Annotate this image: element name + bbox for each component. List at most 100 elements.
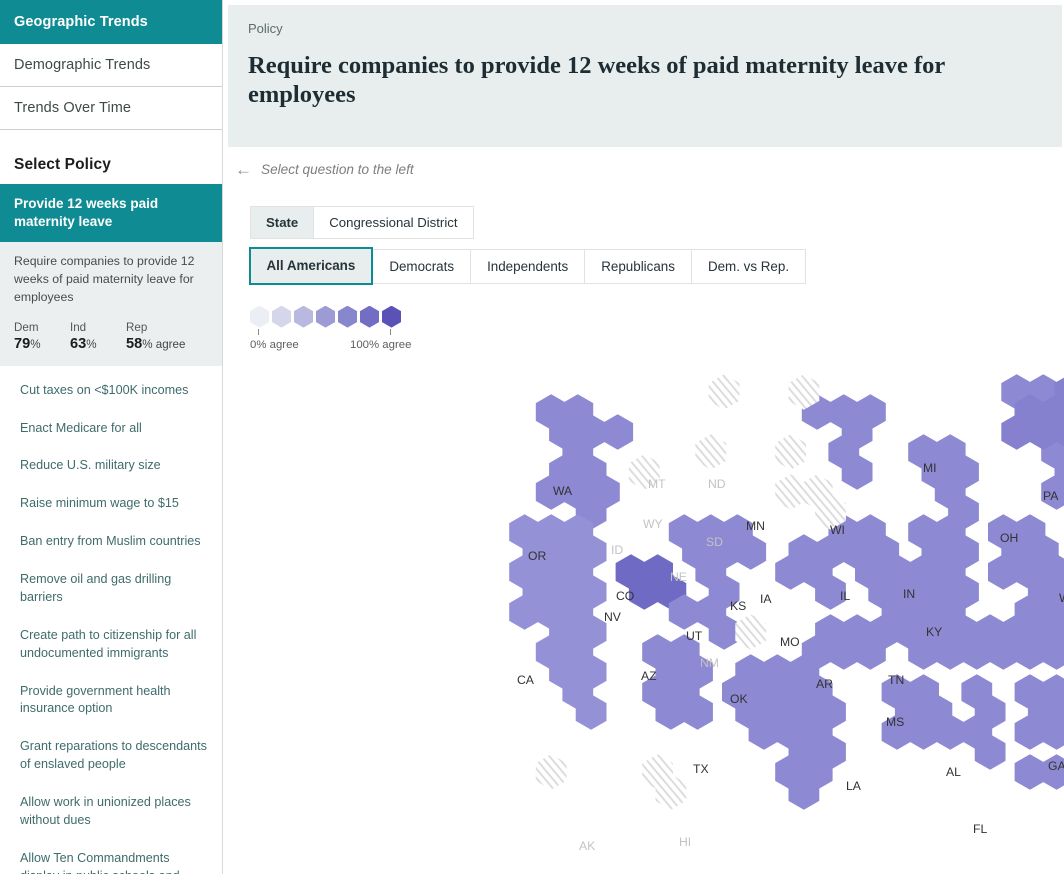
policy-item[interactable]: Grant reparations to descendants of ensl… bbox=[0, 728, 222, 784]
state-label-id: ID bbox=[611, 543, 623, 557]
hex-cartogram-map[interactable]: WAORCANVIDMTWYUTAZNMCONDSDNEKSOKTXMNIAMO… bbox=[223, 318, 1043, 874]
state-label-oh: OH bbox=[1000, 531, 1018, 545]
policy-item[interactable]: Reduce U.S. military size bbox=[0, 447, 222, 485]
state-label-fl: FL bbox=[973, 822, 987, 836]
header-kicker: Policy bbox=[248, 21, 1042, 36]
state-label-ok: OK bbox=[730, 692, 748, 706]
hex-tile[interactable] bbox=[735, 614, 766, 650]
stat-ind: Ind 63% bbox=[70, 320, 126, 352]
main-panel: Policy Require companies to provide 12 w… bbox=[223, 0, 1064, 874]
state-label-mi: MI bbox=[923, 461, 937, 475]
hex-tiles-layer[interactable] bbox=[509, 318, 1064, 870]
state-label-wi: WI bbox=[830, 523, 845, 537]
group-tabrow: All Americans Democrats Independents Rep… bbox=[250, 249, 1064, 284]
state-label-ms: MS bbox=[886, 715, 904, 729]
state-label-wa: WA bbox=[553, 484, 573, 498]
state-label-wv: WV bbox=[1059, 591, 1064, 605]
state-nm[interactable] bbox=[735, 614, 766, 650]
tab-republicans[interactable]: Republicans bbox=[585, 249, 692, 284]
state-label-ut: UT bbox=[686, 629, 703, 643]
state-mn[interactable] bbox=[802, 394, 886, 490]
state-label-az: AZ bbox=[641, 669, 657, 683]
state-label-ga: GA bbox=[1048, 759, 1064, 773]
sidebar-item-geographic-trends[interactable]: Geographic Trends bbox=[0, 0, 222, 44]
selected-policy-stats: Dem 79% Ind 63% Rep 58% agree bbox=[14, 320, 208, 352]
state-label-sd: SD bbox=[706, 535, 723, 549]
state-mt[interactable] bbox=[709, 374, 740, 410]
policy-item[interactable]: Create path to citizenship for all undoc… bbox=[0, 617, 222, 673]
state-ca[interactable] bbox=[509, 514, 606, 730]
state-label-tn: TN bbox=[888, 673, 904, 687]
policy-item[interactable]: Allow work in unionized places without d… bbox=[0, 784, 222, 840]
back-hint-text: Select question to the left bbox=[261, 162, 414, 177]
sidebar-nav-tabs: Geographic Trends Demographic Trends Tre… bbox=[0, 0, 222, 130]
policy-item[interactable]: Cut taxes on <$100K incomes bbox=[0, 372, 222, 410]
state-label-ks: KS bbox=[730, 599, 746, 613]
state-label-ca: CA bbox=[517, 673, 535, 687]
state-label-tx: TX bbox=[693, 762, 709, 776]
tab-state[interactable]: State bbox=[250, 206, 314, 239]
policy-header-band: Policy Require companies to provide 12 w… bbox=[228, 5, 1062, 147]
state-label-mo: MO bbox=[780, 635, 800, 649]
state-label-nd: ND bbox=[708, 477, 726, 491]
sidebar-item-demographic-trends[interactable]: Demographic Trends bbox=[0, 44, 222, 87]
stat-dem-value: 79% bbox=[14, 336, 70, 352]
state-sd[interactable] bbox=[775, 434, 806, 470]
stat-dem: Dem 79% bbox=[14, 320, 70, 352]
selected-policy-card[interactable]: Provide 12 weeks paid maternity leave Re… bbox=[0, 184, 222, 366]
selected-policy-title: Provide 12 weeks paid maternity leave bbox=[0, 184, 222, 242]
state-ms[interactable] bbox=[935, 674, 1006, 770]
tab-congressional-district[interactable]: Congressional District bbox=[314, 206, 473, 239]
state-label-pa: PA bbox=[1043, 489, 1059, 503]
state-label-mn: MN bbox=[746, 519, 765, 533]
state-hi[interactable] bbox=[642, 754, 686, 810]
policy-item[interactable]: Remove oil and gas drilling barriers bbox=[0, 561, 222, 617]
policy-item[interactable]: Ban entry from Muslim countries bbox=[0, 523, 222, 561]
state-tn[interactable] bbox=[961, 614, 1064, 670]
state-label-wy: WY bbox=[643, 517, 663, 531]
hex-tile[interactable] bbox=[775, 474, 806, 510]
hex-tile[interactable] bbox=[695, 434, 726, 470]
back-hint-row: ← Select question to the left bbox=[223, 147, 1064, 178]
hex-tile[interactable] bbox=[602, 414, 633, 450]
state-label-mt: MT bbox=[648, 477, 666, 491]
state-label-ar: AR bbox=[816, 677, 833, 691]
tab-democrats[interactable]: Democrats bbox=[373, 249, 471, 284]
state-wy[interactable] bbox=[695, 434, 726, 470]
policy-item[interactable]: Provide government health insurance opti… bbox=[0, 673, 222, 729]
policy-item[interactable]: Raise minimum wage to $15 bbox=[0, 485, 222, 523]
state-label-ak: AK bbox=[579, 839, 595, 853]
tabs-region: State Congressional District All America… bbox=[223, 178, 1064, 284]
state-ak[interactable] bbox=[536, 754, 567, 790]
state-label-nm: NM bbox=[700, 656, 719, 670]
tab-all-americans[interactable]: All Americans bbox=[249, 247, 374, 285]
state-ne[interactable] bbox=[775, 474, 846, 530]
hex-map-svg[interactable]: WAORCANVIDMTWYUTAZNMCONDSDNEKSOKTXMNIAMO… bbox=[478, 318, 1064, 874]
selected-policy-description: Require companies to provide 12 weeks of… bbox=[14, 253, 208, 306]
tab-independents[interactable]: Independents bbox=[471, 249, 585, 284]
stat-rep-value: 58% agree bbox=[126, 336, 185, 352]
policy-item[interactable]: Enact Medicare for all bbox=[0, 410, 222, 448]
state-label-in: IN bbox=[903, 587, 915, 601]
stat-ind-value: 63% bbox=[70, 336, 126, 352]
state-ks[interactable] bbox=[775, 534, 846, 610]
stat-dem-label: Dem bbox=[14, 320, 70, 335]
state-label-ky: KY bbox=[926, 625, 942, 639]
policy-list: Cut taxes on <$100K incomes Enact Medica… bbox=[0, 372, 222, 874]
state-label-la: LA bbox=[846, 779, 862, 793]
hex-tile[interactable] bbox=[536, 754, 567, 790]
sidebar-item-trends-over-time[interactable]: Trends Over Time bbox=[0, 87, 222, 130]
state-wi[interactable] bbox=[908, 434, 979, 530]
state-al[interactable] bbox=[1015, 674, 1064, 750]
tab-dem-vs-rep[interactable]: Dem. vs Rep. bbox=[692, 249, 806, 284]
selected-policy-body: Require companies to provide 12 weeks of… bbox=[0, 242, 222, 366]
state-label-ne: NE bbox=[670, 570, 687, 584]
arrow-left-icon: ← bbox=[235, 161, 252, 178]
hex-tile[interactable] bbox=[709, 374, 740, 410]
state-ut[interactable] bbox=[669, 554, 740, 650]
hex-tile[interactable] bbox=[1015, 754, 1046, 790]
state-label-or: OR bbox=[528, 549, 546, 563]
state-label-nv: NV bbox=[604, 610, 622, 624]
hex-tile[interactable] bbox=[775, 434, 806, 470]
policy-item[interactable]: Allow Ten Commandments display in public… bbox=[0, 840, 222, 874]
